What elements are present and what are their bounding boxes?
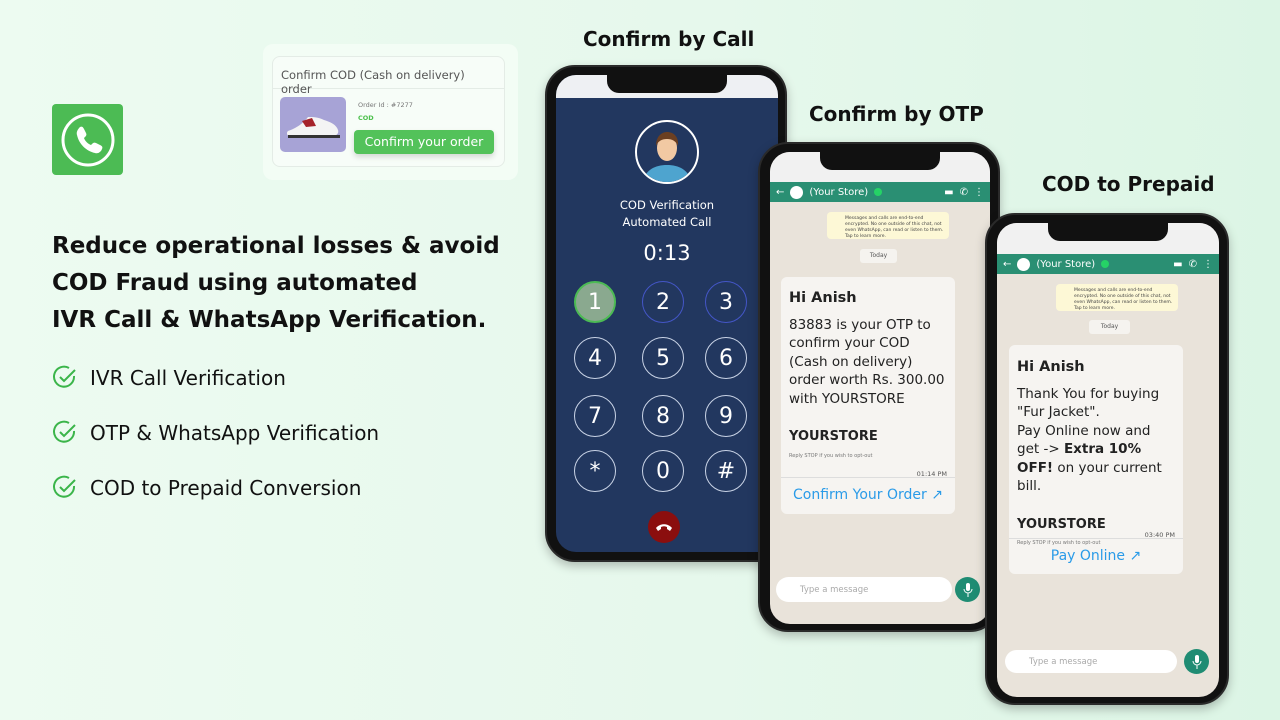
keypad-key[interactable]: 2 xyxy=(642,281,684,323)
order-id: Order Id : #7277 xyxy=(358,101,413,109)
message-store: YOURSTORE xyxy=(789,429,878,444)
call-screen: COD Verification Automated Call 0:13 1 2… xyxy=(556,75,778,552)
otp-screen: ← (Your Store) ▬ ✆ ⋮ Messages and calls … xyxy=(770,152,990,624)
message-body: Thank You for buying "Fur Jacket". Pay On… xyxy=(1017,385,1162,495)
check-circle-icon xyxy=(53,365,76,388)
store-avatar xyxy=(1017,257,1031,271)
confirm-order-button[interactable]: Confirm your order xyxy=(354,130,494,154)
back-arrow-icon[interactable]: ← xyxy=(1003,259,1011,270)
keypad-key[interactable]: 1 xyxy=(574,281,616,323)
keypad-key[interactable]: 0 xyxy=(642,450,684,492)
more-menu-icon[interactable]: ⋮ xyxy=(974,187,984,198)
keypad-key[interactable]: # xyxy=(705,450,747,492)
verified-icon xyxy=(1101,260,1110,268)
contact-name: (Your Store) xyxy=(809,186,869,198)
date-chip: Today xyxy=(1089,320,1130,334)
message-body: 83883 is your OTP to confirm your COD (C… xyxy=(789,316,945,407)
order-card-wrapper: Confirm COD (Cash on delivery) order Ord… xyxy=(263,44,518,180)
app-logo xyxy=(52,104,123,175)
caller-line: COD Verification xyxy=(619,198,715,212)
call-phone: COD Verification Automated Call 0:13 1 2… xyxy=(545,65,787,562)
call-phone-title: Confirm by Call xyxy=(583,27,755,51)
back-arrow-icon[interactable]: ← xyxy=(776,187,784,198)
end-call-button[interactable] xyxy=(648,511,680,543)
phone-icon xyxy=(61,113,114,166)
prepaid-phone: ← (Your Store) ▬ ✆ ⋮ Messages and calls … xyxy=(985,213,1229,705)
keypad-key[interactable]: 6 xyxy=(705,337,747,379)
otp-phone: ← (Your Store) ▬ ✆ ⋮ Messages and calls … xyxy=(758,142,1000,632)
encryption-notice: Messages and calls are end-to-end encryp… xyxy=(1056,284,1178,311)
date-chip: Today xyxy=(860,249,897,263)
chat-header: ← (Your Store) ▬ ✆ ⋮ xyxy=(770,182,990,202)
notch xyxy=(607,75,727,93)
message-greeting: Hi Anish xyxy=(1017,359,1085,375)
feature-item: COD to Prepaid Conversion xyxy=(52,475,361,501)
mic-button[interactable] xyxy=(955,577,980,602)
message-greeting: Hi Anish xyxy=(789,290,857,306)
prepaid-screen: ← (Your Store) ▬ ✆ ⋮ Messages and calls … xyxy=(997,223,1219,697)
check-circle-icon xyxy=(53,420,76,443)
caller-avatar xyxy=(635,120,699,184)
user-avatar-icon xyxy=(643,132,691,182)
feature-item: OTP & WhatsApp Verification xyxy=(52,420,379,446)
message-input[interactable]: Type a message xyxy=(1005,650,1177,673)
phone-icon[interactable]: ✆ xyxy=(1189,259,1197,270)
check-circle-icon xyxy=(53,475,76,498)
feature-label: IVR Call Verification xyxy=(90,366,286,390)
chat-header: ← (Your Store) ▬ ✆ ⋮ xyxy=(997,254,1219,274)
keypad-key[interactable]: * xyxy=(574,450,616,492)
feature-item: IVR Call Verification xyxy=(52,365,286,391)
message-input[interactable]: Type a message xyxy=(776,577,952,602)
headline: Reduce operational losses & avoid COD Fr… xyxy=(52,228,522,339)
call-timer: 0:13 xyxy=(643,241,691,265)
encryption-notice: Messages and calls are end-to-end encryp… xyxy=(827,212,949,239)
video-call-icon[interactable]: ▬ xyxy=(944,187,953,198)
keypad-key[interactable]: 7 xyxy=(574,395,616,437)
store-avatar xyxy=(790,185,804,199)
feature-label: COD to Prepaid Conversion xyxy=(90,476,362,500)
prepaid-message: Hi Anish Thank You for buying "Fur Jacke… xyxy=(1009,345,1183,574)
order-card: Confirm COD (Cash on delivery) order Ord… xyxy=(272,56,505,167)
hang-up-icon xyxy=(656,524,672,531)
verified-icon xyxy=(874,188,883,196)
keypad-key[interactable]: 3 xyxy=(705,281,747,323)
headline-line: Reduce operational losses & avoid xyxy=(52,233,500,259)
otp-phone-title: Confirm by OTP xyxy=(809,102,984,126)
order-card-title: Confirm COD (Cash on delivery) order xyxy=(273,57,504,96)
mic-button[interactable] xyxy=(1184,649,1209,674)
caller-line: Automated Call xyxy=(622,215,712,229)
keypad-key[interactable]: 8 xyxy=(642,395,684,437)
microphone-icon xyxy=(1192,654,1201,669)
more-menu-icon[interactable]: ⋮ xyxy=(1203,259,1213,270)
feature-label: OTP & WhatsApp Verification xyxy=(90,421,380,445)
microphone-icon xyxy=(963,582,972,597)
headline-line: IVR Call & WhatsApp Verification. xyxy=(52,307,487,333)
keypad-key[interactable]: 5 xyxy=(642,337,684,379)
phone-icon[interactable]: ✆ xyxy=(960,187,968,198)
confirm-your-order-link[interactable]: Confirm Your Order ↗ xyxy=(781,477,955,514)
payment-badge: COD xyxy=(358,114,374,122)
external-link-icon: ↗ xyxy=(1129,548,1142,564)
pay-online-link[interactable]: Pay Online ↗ xyxy=(1009,538,1183,574)
keypad-key[interactable]: 4 xyxy=(574,337,616,379)
external-link-icon: ↗ xyxy=(931,487,943,503)
caller-name: COD Verification Automated Call xyxy=(556,197,778,231)
optout-text: Reply STOP if you wish to opt-out xyxy=(789,452,873,459)
otp-message: Hi Anish 83883 is your OTP to confirm yo… xyxy=(781,277,955,514)
keypad-key[interactable]: 9 xyxy=(705,395,747,437)
contact-name: (Your Store) xyxy=(1036,258,1096,270)
headline-line: COD Fraud using automated xyxy=(52,270,418,296)
video-call-icon[interactable]: ▬ xyxy=(1173,259,1182,270)
product-image xyxy=(280,97,346,152)
prepaid-phone-title: COD to Prepaid xyxy=(1042,172,1215,196)
